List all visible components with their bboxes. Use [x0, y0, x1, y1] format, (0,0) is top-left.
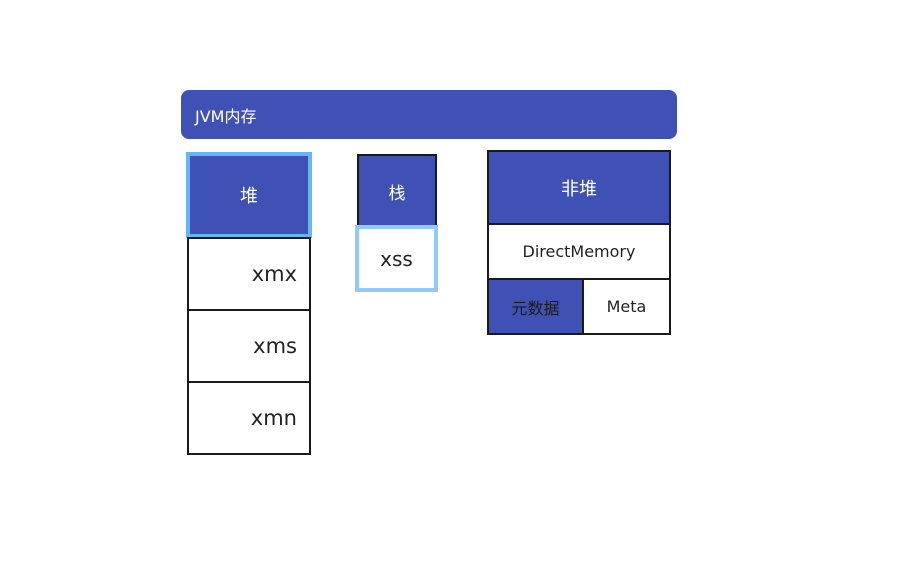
- meta-label: Meta: [606, 297, 647, 316]
- non-heap-label: 非堆: [561, 178, 597, 200]
- metadata-label: 元数据: [511, 298, 560, 318]
- direct-memory-label: DirectMemory: [522, 242, 636, 261]
- stack-item-xss: xss: [355, 225, 438, 292]
- metadata-cell: 元数据: [487, 278, 584, 335]
- stack-header: 栈: [357, 154, 437, 228]
- heap-header: 堆: [186, 152, 312, 238]
- stack-label: 栈: [388, 183, 406, 204]
- non-heap-header: 非堆: [487, 150, 671, 225]
- meta-cell: Meta: [582, 278, 671, 335]
- jvm-memory-title-text: JVM内存: [195, 106, 257, 126]
- heap-item-xmn: xmn: [187, 381, 311, 455]
- heap-label: 堆: [240, 186, 258, 207]
- heap-item-label: xmx: [251, 262, 297, 286]
- jvm-memory-title: JVM内存: [181, 90, 677, 139]
- heap-item-label: xms: [253, 334, 297, 358]
- direct-memory-cell: DirectMemory: [487, 223, 671, 280]
- heap-item-xms: xms: [187, 309, 311, 383]
- heap-item-label: xmn: [250, 406, 297, 430]
- heap-item-xmx: xmx: [187, 237, 311, 311]
- stack-item-label: xss: [380, 246, 413, 271]
